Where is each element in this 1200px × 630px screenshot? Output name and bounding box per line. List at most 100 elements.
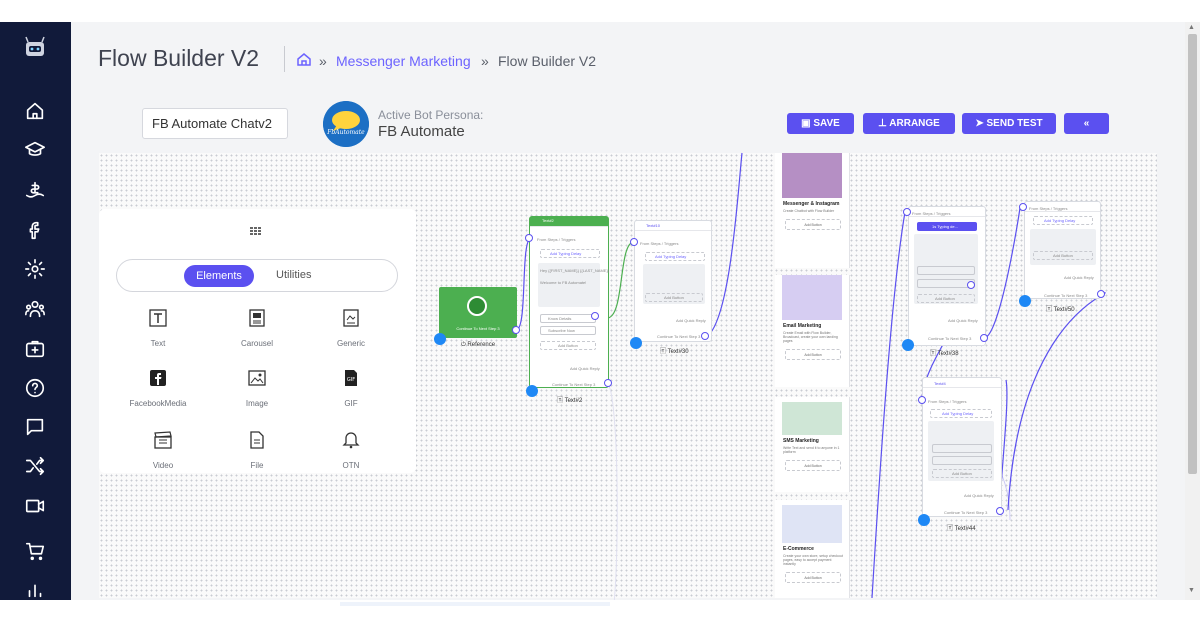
video-icon[interactable] <box>24 495 46 517</box>
svg-text:GIF: GIF <box>347 377 355 383</box>
palette-item-label: GIF <box>344 399 358 408</box>
chat-icon[interactable] <box>24 416 46 438</box>
output-port[interactable] <box>996 507 1004 515</box>
collapse-button[interactable]: « <box>1064 113 1109 134</box>
node-tag: 🅃 Text#38 <box>930 348 959 357</box>
help-icon[interactable] <box>24 377 46 399</box>
output-port[interactable] <box>980 334 988 342</box>
settings-icon[interactable] <box>24 258 46 280</box>
team-icon[interactable] <box>24 298 46 320</box>
template-add-button[interactable]: Add Button <box>785 219 841 230</box>
template-add-button[interactable]: Add Button <box>785 572 841 583</box>
scrollbar-thumb[interactable] <box>340 602 610 606</box>
messenger-icon <box>434 333 446 345</box>
palette-item-label: OTN <box>342 461 360 470</box>
input-port[interactable] <box>903 208 911 216</box>
quick-button-label: Know Details <box>548 316 572 321</box>
palette-item-label: Image <box>245 399 269 408</box>
palette-grip-icon[interactable] <box>250 227 262 235</box>
add-quick-reply[interactable]: Add Quick Reply <box>1064 275 1094 280</box>
node-tag: 🅃 Text#44 <box>947 523 976 532</box>
input-port[interactable] <box>1019 203 1027 211</box>
scroll-up-icon[interactable]: ▲ <box>1188 24 1195 31</box>
template-card-email[interactable]: Email Marketing Create Email with Flow B… <box>775 275 850 387</box>
tab-utilities[interactable]: Utilities <box>276 269 311 281</box>
template-title: Email Marketing <box>783 323 822 329</box>
app-window: Flow Builder V2 » Messenger Marketing » … <box>0 0 1200 630</box>
template-title: SMS Marketing <box>783 438 819 444</box>
continue-label: Continue To Next Step 3 <box>944 510 988 515</box>
palette-item-label: Carousel <box>240 339 273 348</box>
scroll-down-icon[interactable]: ▼ <box>1188 587 1195 594</box>
continue-label: Continue To Next Step 3 <box>1044 293 1088 298</box>
facebook-icon[interactable] <box>24 219 46 241</box>
palette-item-file[interactable]: File <box>222 430 292 470</box>
quick-button[interactable] <box>917 266 975 275</box>
palette-item-facebookmedia[interactable]: FacebookMedia <box>123 368 193 408</box>
output-port[interactable] <box>604 379 612 387</box>
add-quick-reply[interactable]: Add Quick Reply <box>964 493 994 498</box>
vertical-scrollbar[interactable]: ▲ ▼ <box>1185 22 1200 600</box>
breadcrumb-messenger-marketing[interactable]: Messenger Marketing <box>336 53 471 69</box>
output-port[interactable] <box>512 326 520 334</box>
input-port[interactable] <box>525 234 533 242</box>
template-card-sms[interactable]: SMS Marketing Write Text and send it to … <box>775 397 850 492</box>
flow-name-input[interactable]: FB Automate Chatv2 <box>142 108 288 139</box>
input-port[interactable] <box>918 396 926 404</box>
send-test-button[interactable]: ➤ SEND TEST <box>962 113 1056 134</box>
add-module-icon[interactable] <box>24 338 46 360</box>
messenger-icon <box>630 337 642 349</box>
chart-icon[interactable] <box>24 578 46 600</box>
file-icon <box>250 431 264 449</box>
input-port[interactable] <box>630 238 638 246</box>
palette-item-carousel[interactable]: Carousel <box>222 308 292 348</box>
template-add-button[interactable]: Add Button <box>785 460 841 471</box>
from-steps: From Steps / Triggers <box>640 241 679 246</box>
save-button[interactable]: ▣ SAVE <box>787 113 854 134</box>
palette-item-generic[interactable]: Generic <box>316 308 386 348</box>
output-port[interactable] <box>591 312 599 320</box>
palette-item-image[interactable]: Image <box>222 368 292 408</box>
palette-item-gif[interactable]: GIF GIF <box>316 368 386 408</box>
reference-text: Reference <box>467 342 496 348</box>
quick-button[interactable] <box>932 444 992 453</box>
output-port[interactable] <box>701 332 709 340</box>
cart-icon[interactable] <box>24 540 46 562</box>
template-card-ecommerce[interactable]: E-Commerce Create your own store, setup … <box>775 500 850 598</box>
money-icon[interactable] <box>24 179 46 201</box>
palette-item-otn[interactable]: OTN <box>316 430 386 470</box>
bot-logo[interactable] <box>22 34 48 60</box>
horizontal-scrollbar[interactable] <box>0 600 1200 630</box>
template-add-button[interactable]: Add Button <box>785 349 841 360</box>
add-quick-reply[interactable]: Add Quick Reply <box>570 366 600 371</box>
palette-item-label: Video <box>152 461 174 470</box>
tab-elements[interactable]: Elements <box>184 265 254 287</box>
persona-name: FB Automate <box>378 123 465 140</box>
continue-label: Continue To Next Step 3 <box>657 334 701 339</box>
shuffle-icon[interactable] <box>24 455 46 477</box>
palette-item-text[interactable]: Text <box>123 308 193 348</box>
add-quick-reply[interactable]: Add Quick Reply <box>948 318 978 323</box>
node-tag: 🅃 Text#50 <box>1046 304 1075 313</box>
gif-icon: GIF <box>345 370 357 386</box>
node-tag: 🅃 Text#2 <box>557 395 582 404</box>
breadcrumb-current: Flow Builder V2 <box>498 53 597 69</box>
quick-button[interactable] <box>932 456 992 465</box>
learn-icon[interactable] <box>24 139 46 161</box>
add-quick-reply[interactable]: Add Quick Reply <box>676 318 706 323</box>
palette-item-video[interactable]: Video <box>128 430 198 470</box>
image-icon <box>248 370 266 386</box>
persona-avatar[interactable]: FbAutomate <box>323 101 369 147</box>
template-image <box>782 505 842 543</box>
template-card-messenger[interactable]: Messenger & Instagram Create Chatbot wit… <box>775 153 850 268</box>
palette-item-label: FacebookMedia <box>129 399 187 408</box>
start-node[interactable]: Continue To Next Step 3 <box>439 287 517 338</box>
node-title: Text#4 <box>934 381 946 386</box>
output-port[interactable] <box>967 281 975 289</box>
scrollbar-thumb[interactable] <box>1188 34 1197 474</box>
home-icon[interactable] <box>24 100 46 122</box>
messenger-icon <box>526 385 538 397</box>
arrange-button[interactable]: ⊥ ARRANGE <box>863 113 955 134</box>
home-breadcrumb-icon[interactable] <box>296 51 312 67</box>
output-port[interactable] <box>1097 290 1105 298</box>
